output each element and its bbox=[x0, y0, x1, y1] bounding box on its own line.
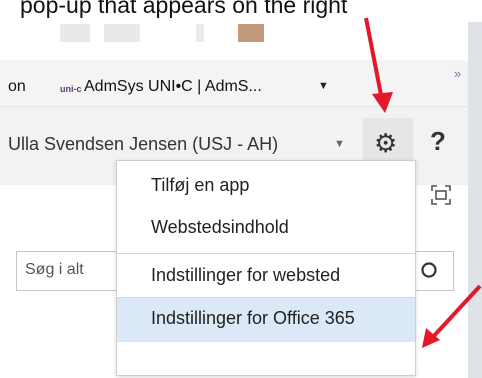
menu-item-label: Tilføj en app bbox=[151, 175, 250, 195]
menu-item-add-app[interactable]: Tilføj en app bbox=[117, 165, 415, 207]
favorites-more-button[interactable]: » bbox=[454, 66, 461, 81]
favorite-link-admsys[interactable]: AdmSys UNI•C | AdmS... bbox=[84, 78, 262, 96]
menu-item-label: Webstedsindhold bbox=[151, 217, 289, 237]
gear-icon: ⚙ bbox=[374, 128, 398, 158]
user-name[interactable]: Ulla Svendsen Jensen (USJ - AH) bbox=[8, 134, 278, 155]
tutorial-caption-text: pop-up that appears on the right bbox=[20, 0, 348, 18]
page-thumbnails bbox=[0, 24, 280, 44]
tutorial-caption: pop-up that appears on the right bbox=[0, 0, 482, 20]
help-button[interactable]: ? bbox=[430, 126, 446, 157]
focus-content-icon[interactable] bbox=[430, 184, 452, 206]
uni-c-icon: uni-c bbox=[60, 84, 82, 94]
menu-item-office365-settings[interactable]: Indstillinger for Office 365 bbox=[117, 298, 415, 342]
search-input[interactable] bbox=[25, 260, 115, 280]
settings-dropdown-menu: Tilføj en app Webstedsindhold Indstillin… bbox=[116, 160, 416, 376]
window-right-edge bbox=[468, 22, 482, 378]
menu-divider bbox=[117, 253, 415, 254]
menu-item-site-settings[interactable]: Indstillinger for websted bbox=[117, 255, 415, 297]
chevron-down-icon[interactable]: ▼ bbox=[318, 80, 329, 92]
favorites-prefix: on bbox=[8, 78, 26, 95]
menu-item-label: Indstillinger for websted bbox=[151, 265, 341, 285]
menu-item-site-contents[interactable]: Webstedsindhold bbox=[117, 207, 415, 249]
menu-item-label: Indstillinger for Office 365 bbox=[151, 308, 355, 328]
search-icon[interactable] bbox=[419, 260, 441, 282]
user-menu-chevron-icon[interactable]: ▼ bbox=[334, 138, 345, 150]
